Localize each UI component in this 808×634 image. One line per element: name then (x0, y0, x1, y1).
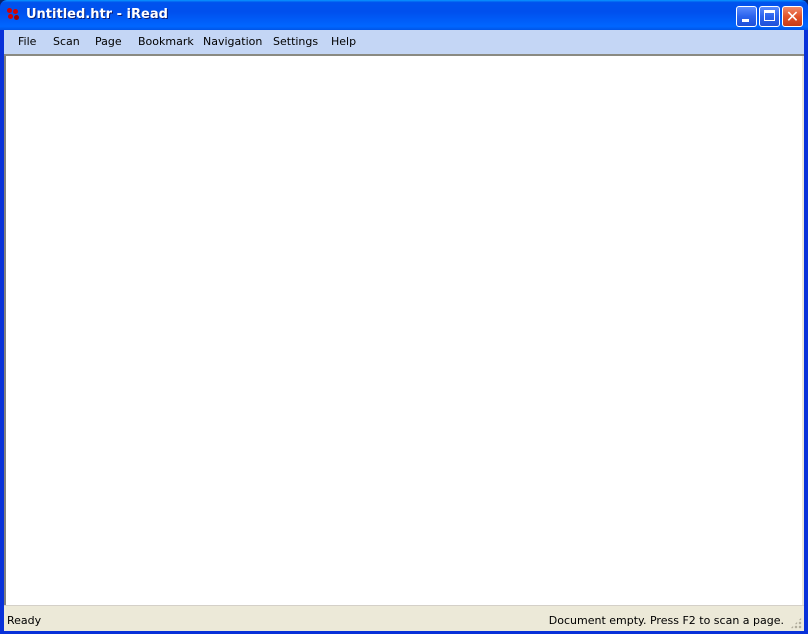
status-bar: Ready Document empty. Press F2 to scan a… (4, 605, 804, 631)
resize-grip-icon[interactable] (790, 617, 802, 629)
iread-app-icon[interactable] (7, 8, 21, 22)
status-text: Ready (7, 614, 42, 627)
minimize-button[interactable] (736, 6, 757, 27)
app-window: Untitled.htr - iRead ✕ File Scan Page Bo… (0, 0, 808, 634)
menu-page[interactable]: Page (95, 35, 122, 48)
window-title: Untitled.htr - iRead (26, 7, 168, 22)
close-button[interactable]: ✕ (782, 6, 803, 27)
menu-bookmark[interactable]: Bookmark (138, 35, 194, 48)
menu-settings[interactable]: Settings (273, 35, 318, 48)
close-icon: ✕ (785, 7, 800, 26)
document-view[interactable] (4, 56, 802, 605)
menu-help[interactable]: Help (331, 35, 356, 48)
document-view-edge (802, 56, 804, 605)
status-hint: Document empty. Press F2 to scan a page. (548, 614, 784, 627)
menu-bar: File Scan Page Bookmark Navigation Setti… (4, 30, 804, 55)
maximize-icon (764, 10, 775, 21)
minimize-icon (742, 19, 749, 22)
menu-scan[interactable]: Scan (53, 35, 80, 48)
maximize-button[interactable] (759, 6, 780, 27)
menu-navigation[interactable]: Navigation (203, 35, 262, 48)
title-bar[interactable]: Untitled.htr - iRead ✕ (0, 0, 808, 30)
menu-file[interactable]: File (18, 35, 36, 48)
